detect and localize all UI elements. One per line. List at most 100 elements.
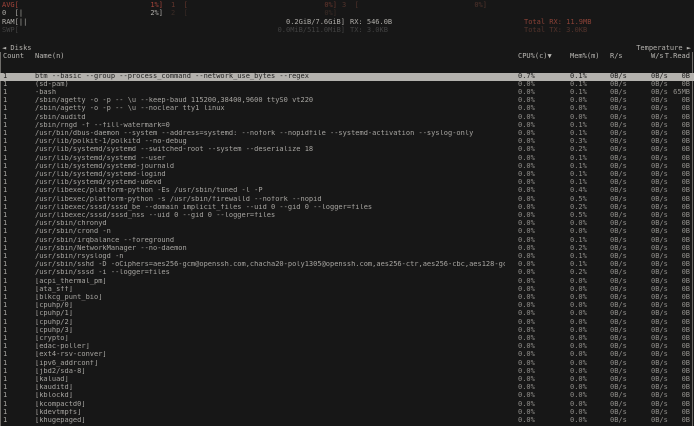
process-mem: 0.1% — [570, 179, 587, 186]
process-row[interactable]: 1 [acpi_thermal_pm] 0.0% 0.0% 0B/s 0B/s … — [0, 278, 694, 286]
cpu-0-gauge[interactable]: 0 [| 2%] — [2, 10, 163, 17]
column-header-name[interactable]: Name(n) — [35, 53, 65, 60]
process-cpu: 0.0% — [518, 212, 535, 219]
column-header-mem[interactable]: Mem%(m) — [570, 53, 600, 60]
process-total-read: 0B — [682, 368, 690, 375]
process-row[interactable]: 1 /sbin/agetty -o -p -- \u --keep-baud 1… — [0, 97, 694, 105]
process-name: /sbin/auditd — [35, 114, 505, 121]
process-row[interactable]: 1 /usr/libexec/platform-python -Es /usr/… — [0, 187, 694, 195]
process-cpu: 0.0% — [518, 392, 535, 399]
ram-gauge[interactable]: RAM[|| 0.2GiB/7.6GiB] — [2, 19, 345, 26]
process-row[interactable]: 1 [cpuhp/0] 0.0% 0.0% 0B/s 0B/s 0B — [0, 302, 694, 310]
nav-disks-left[interactable]: ◄ Disks — [2, 45, 32, 52]
process-row[interactable]: 1 /usr/sbin/irqbalance --foreground 0.0%… — [0, 237, 694, 245]
column-header-cpu[interactable]: CPU%(c)▼ — [518, 53, 552, 60]
swap-label: SWP[ — [2, 27, 19, 34]
process-row[interactable]: 1 [kblockd] 0.0% 0.0% 0B/s 0B/s 0B — [0, 392, 694, 400]
process-total-read: 0B — [682, 146, 690, 153]
process-row[interactable]: 1 [kcompactd0] 0.0% 0.0% 0B/s 0B/s 0B — [0, 401, 694, 409]
process-write-rate: 0B/s — [651, 220, 668, 227]
process-mem: 0.2% — [570, 269, 587, 276]
process-row[interactable]: 1 [ata_sff] 0.0% 0.0% 0B/s 0B/s 0B — [0, 286, 694, 294]
process-total-read: 0B — [682, 286, 690, 293]
process-name: [kdevtmpfs] — [35, 409, 505, 416]
process-mem: 0.0% — [570, 319, 587, 326]
process-cpu: 0.0% — [518, 237, 535, 244]
process-row[interactable]: 1 /usr/lib/polkit-1/polkitd --no-debug 0… — [0, 138, 694, 146]
column-header-count[interactable]: Count — [3, 53, 24, 60]
process-row[interactable]: 1 [jbd2/sda-8] 0.0% 0.0% 0B/s 0B/s 0B — [0, 368, 694, 376]
process-row[interactable]: 1 [cpuhp/3] 0.0% 0.0% 0B/s 0B/s 0B — [0, 327, 694, 335]
process-row[interactable]: 1 /usr/lib/systemd/systemd-udevd 0.0% 0.… — [0, 179, 694, 187]
process-total-read: 0B — [682, 122, 690, 129]
process-row[interactable]: 1 /usr/lib/systemd/systemd-logind 0.0% 0… — [0, 171, 694, 179]
process-row[interactable]: 1 [edac-poller] 0.0% 0.0% 0B/s 0B/s 0B — [0, 343, 694, 351]
process-row[interactable]: 1 [crypto] 0.0% 0.0% 0B/s 0B/s 0B — [0, 335, 694, 343]
process-total-read: 0B — [682, 171, 690, 178]
process-row[interactable]: 1 /usr/lib/systemd/systemd-journald 0.0%… — [0, 163, 694, 171]
process-row[interactable]: 1 [blkcg_punt_bio] 0.0% 0.0% 0B/s 0B/s 0… — [0, 294, 694, 302]
process-row[interactable]: 1 [cpuhp/1] 0.0% 0.0% 0B/s 0B/s 0B — [0, 310, 694, 318]
process-row[interactable]: 1 /usr/libexec/sssd/sssd_nss --uid 0 --g… — [0, 212, 694, 220]
process-row[interactable]: 1 /usr/libexec/sssd/sssd_be --domain imp… — [0, 204, 694, 212]
process-read-rate: 0B/s — [610, 368, 627, 375]
column-header-rs[interactable]: R/s — [610, 53, 623, 60]
process-cpu: 0.0% — [518, 327, 535, 334]
process-mem: 0.0% — [570, 376, 587, 383]
process-name: btm --basic --group --process_command --… — [35, 73, 505, 80]
process-count: 1 — [3, 171, 7, 178]
process-row[interactable]: 1 (sd-pam) 0.0% 0.1% 0B/s 0B/s 0B — [0, 81, 694, 89]
process-count: 1 — [3, 187, 7, 194]
column-header-tread[interactable]: T.Read — [665, 53, 690, 60]
process-row[interactable]: 1 [kaluad] 0.0% 0.0% 0B/s 0B/s 0B — [0, 376, 694, 384]
process-row[interactable]: 1 [ext4-rsv-conver] 0.0% 0.0% 0B/s 0B/s … — [0, 351, 694, 359]
process-mem: 0.1% — [570, 130, 587, 137]
process-row[interactable]: 1 [khugepaged] 0.0% 0.0% 0B/s 0B/s 0B — [0, 417, 694, 425]
process-total-read: 0B — [682, 155, 690, 162]
process-mem: 0.2% — [570, 204, 587, 211]
process-row[interactable]: 1 /sbin/rngd -f --fill-watermark=0 0.0% … — [0, 122, 694, 130]
process-row[interactable]: 1 [ipv6_addrconf] 0.0% 0.0% 0B/s 0B/s 0B — [0, 360, 694, 368]
process-row[interactable]: 1 /sbin/agetty -o -p -- \u --noclear tty… — [0, 105, 694, 113]
process-cpu: 0.0% — [518, 269, 535, 276]
process-write-rate: 0B/s — [651, 253, 668, 260]
process-row[interactable]: 1 /sbin/auditd 0.0% 0.0% 0B/s 0B/s 0B — [0, 114, 694, 122]
process-read-rate: 0B/s — [610, 294, 627, 301]
process-row[interactable]: 1 -bash 0.0% 0.1% 0B/s 0B/s 65MB — [0, 89, 694, 97]
process-row[interactable]: 1 /usr/sbin/rsyslogd -n 0.0% 0.1% 0B/s 0… — [0, 253, 694, 261]
nav-temperature-right[interactable]: Temperature ► — [636, 45, 691, 52]
process-row[interactable]: 1 [kdevtmpfs] 0.0% 0.0% 0B/s 0B/s 0B — [0, 409, 694, 417]
process-row[interactable]: 1 [cpuhp/2] 0.0% 0.0% 0B/s 0B/s 0B — [0, 319, 694, 327]
process-row[interactable]: 1 /usr/sbin/NetworkManager --no-daemon 0… — [0, 245, 694, 253]
column-header-ws[interactable]: W/s — [651, 53, 664, 60]
process-mem: 0.0% — [570, 351, 587, 358]
process-row[interactable]: 1 [kauditd] 0.0% 0.0% 0B/s 0B/s 0B — [0, 384, 694, 392]
cpu-2-gauge[interactable]: 2 [ 0%] — [171, 10, 337, 17]
swap-gauge[interactable]: SWP[ 0.0MiB/511.0MiB] — [2, 27, 345, 34]
cpu-avg-gauge[interactable]: AVG[ 1%] — [2, 2, 163, 9]
process-row[interactable]: 1 /usr/bin/dbus-daemon --system --addres… — [0, 130, 694, 138]
cpu-3-gauge[interactable]: 3 [ 0%] — [342, 2, 487, 9]
process-name: /usr/sbin/rsyslogd -n — [35, 253, 505, 260]
process-row[interactable]: 1 /usr/sbin/sssd -i --logger=files 0.0% … — [0, 269, 694, 277]
terminal-window: { "colors": { "background": "#171717", "… — [0, 0, 694, 426]
process-cpu: 0.0% — [518, 253, 535, 260]
process-read-rate: 0B/s — [610, 204, 627, 211]
process-count: 1 — [3, 73, 7, 80]
process-read-rate: 0B/s — [610, 155, 627, 162]
process-name: /usr/lib/systemd/systemd-logind — [35, 171, 505, 178]
process-mem: 0.0% — [570, 114, 587, 121]
process-count: 1 — [3, 81, 7, 88]
process-row[interactable]: 1 /usr/sbin/sshd -D -oCiphers=aes256-gcm… — [0, 261, 694, 269]
cpu-2-value: 0%] — [324, 10, 337, 17]
process-row[interactable]: 1 btm --basic --group --process_command … — [0, 73, 694, 81]
process-cpu: 0.0% — [518, 376, 535, 383]
process-row[interactable]: 1 /usr/libexec/platform-python -s /usr/s… — [0, 196, 694, 204]
process-row[interactable]: 1 /usr/lib/systemd/systemd --switched-ro… — [0, 146, 694, 154]
process-read-rate: 0B/s — [610, 376, 627, 383]
process-row[interactable]: 1 /usr/lib/systemd/systemd --user 0.0% 0… — [0, 155, 694, 163]
process-write-rate: 0B/s — [651, 122, 668, 129]
process-row[interactable]: 1 /usr/sbin/chronyd 0.0% 0.0% 0B/s 0B/s … — [0, 220, 694, 228]
process-row[interactable]: 1 /usr/sbin/crond -n 0.0% 0.0% 0B/s 0B/s… — [0, 228, 694, 236]
cpu-1-gauge[interactable]: 1 [ 0%] — [171, 2, 337, 9]
